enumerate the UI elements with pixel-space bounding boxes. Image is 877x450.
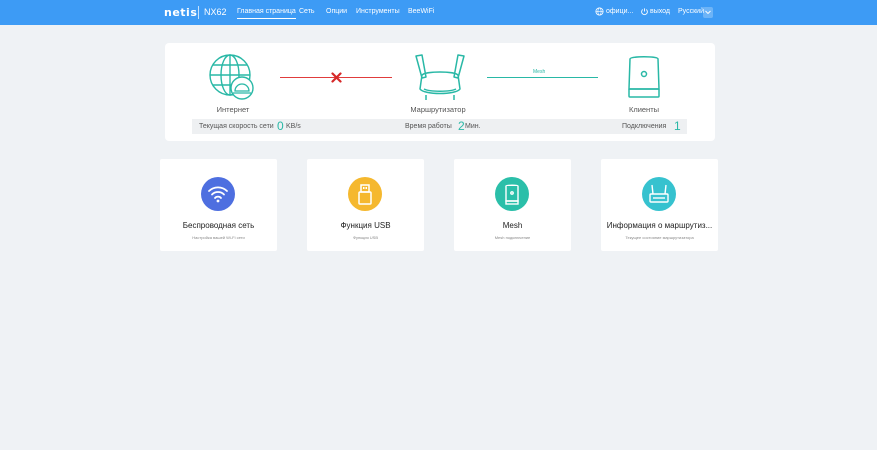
uptime-unit: Мин. [465, 123, 481, 130]
nav-home[interactable]: Главная страница [237, 8, 296, 19]
nav-network[interactable]: Сеть [299, 8, 315, 15]
model-name: NX62 [204, 7, 227, 17]
clients-device-icon[interactable] [625, 53, 663, 103]
clients-label: Клиенты [628, 105, 660, 114]
card-wireless-subtitle: Настройка вашей Wi-Fi сети [192, 235, 245, 240]
brand-divider [198, 6, 199, 19]
connections-value: 1 [674, 119, 681, 133]
card-usb-badge [348, 177, 382, 211]
nav-tools[interactable]: Инструменты [356, 8, 400, 15]
uptime-label: Время работы [405, 123, 452, 130]
globe-icon [595, 7, 604, 16]
card-wireless[interactable]: Беспроводная сеть Настройка вашей Wi-Fi … [160, 159, 277, 251]
card-usb-subtitle: Функция USB [352, 235, 379, 240]
router-icon [649, 184, 669, 203]
connections-label: Подключения [622, 123, 667, 130]
logout-link[interactable]: выход [650, 8, 670, 15]
language-dropdown-button[interactable] [703, 7, 713, 18]
card-usb[interactable]: Функция USB Функция USB [307, 159, 424, 251]
card-router-info-subtitle: Текущее состояние маршрутизатора [625, 235, 694, 240]
official-site-link[interactable]: офици... [606, 8, 633, 15]
usb-icon [358, 184, 372, 205]
top-header: netis NX62 Главная страница Сеть Опции И… [0, 0, 877, 25]
card-wireless-title: Беспроводная сеть [182, 221, 255, 230]
mesh-device-icon [505, 184, 519, 205]
stats-bar: Текущая скорость сети 0 KB/s Время работ… [192, 119, 687, 134]
language-select[interactable]: Русский [678, 8, 704, 15]
card-mesh-title: Mesh [502, 221, 523, 230]
card-mesh-subtitle: Mesh подключение [494, 235, 531, 240]
mesh-link-label: Mesh [533, 69, 546, 75]
internet-globe-icon[interactable] [208, 53, 256, 101]
card-router-info[interactable]: Информация о маршрутиз... Текущее состоя… [601, 159, 718, 251]
nav-options[interactable]: Опции [326, 8, 347, 15]
brand-logo[interactable]: netis [164, 6, 197, 19]
speed-unit: KB/s [286, 123, 301, 130]
speed-label: Текущая скорость сети [199, 123, 274, 130]
card-router-info-badge [642, 177, 676, 211]
logout-icon [641, 8, 648, 16]
network-status-panel: Интернет Маршрутизатор Mesh Клиенты Теку… [165, 43, 715, 141]
chevron-down-icon [705, 10, 711, 15]
card-wireless-badge [201, 177, 235, 211]
card-router-info-title: Информация о маршрутиз... [606, 221, 713, 230]
card-mesh[interactable]: Mesh Mesh подключение [454, 159, 571, 251]
wifi-icon [208, 186, 228, 203]
uptime-value: 2 [458, 119, 465, 133]
card-mesh-badge [495, 177, 529, 211]
internet-label: Интернет [216, 105, 250, 114]
card-usb-title: Функция USB [340, 221, 391, 230]
router-device-icon[interactable] [412, 51, 468, 103]
mesh-link-line [487, 77, 598, 78]
nav-beewifi[interactable]: BeeWiFi [408, 8, 434, 15]
router-label: Маршрутизатор [410, 105, 466, 114]
disconnected-x-icon [331, 72, 342, 83]
speed-value: 0 [277, 119, 284, 133]
